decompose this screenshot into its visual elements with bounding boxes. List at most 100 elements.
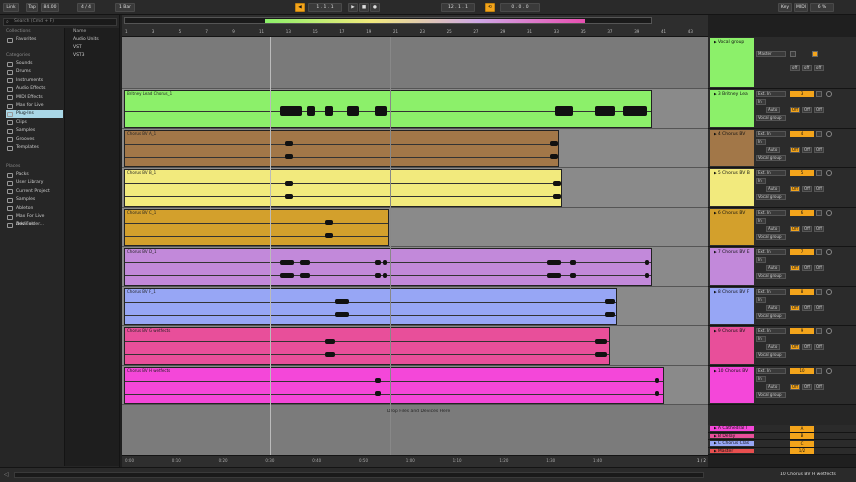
loop-icon[interactable]: ⟲ [485, 3, 495, 12]
loop-start-field[interactable]: 12 . 1 . 1 [441, 3, 475, 12]
return-track-header[interactable]: A Cathedral I A [708, 425, 856, 433]
group-color-strip[interactable]: Vocal group [710, 38, 754, 87]
track-header[interactable]: 7 Chorus BV E Ext. In InAuto Vocal group 7 Of… [708, 247, 856, 287]
return-activator[interactable]: 1/2 [790, 448, 814, 454]
send-c[interactable]: Off [814, 146, 824, 153]
play-icon[interactable]: ▶ [348, 3, 358, 12]
track-activator[interactable]: 6 [790, 209, 814, 216]
track-header[interactable]: 3 Britney Lea Ext. In InAuto Vocal group 3 Of… [708, 89, 856, 129]
send-c[interactable]: Off [814, 265, 824, 271]
search-input[interactable]: Search (Cmd + F) [3, 18, 117, 26]
place-item[interactable]: Packs [6, 171, 63, 179]
place-item[interactable]: Add Folder... [6, 221, 63, 229]
arm-button[interactable] [826, 130, 832, 137]
send-a[interactable]: off [790, 65, 800, 71]
track-activator[interactable]: 10 [790, 367, 814, 374]
monitor-auto[interactable]: Auto [766, 344, 780, 350]
track-activator[interactable]: 3 [790, 91, 814, 97]
send-b[interactable]: Off [802, 225, 812, 232]
track-activator[interactable]: 9 [790, 328, 814, 334]
quantize-menu[interactable]: 1 Bar [115, 3, 135, 12]
horizontal-scrollbar[interactable] [14, 472, 704, 478]
track-lane[interactable]: Chorus BV H wetfects [122, 365, 708, 405]
return-track-header[interactable]: Master 1/2 [708, 447, 856, 455]
browser-toggle-icon[interactable]: ◁ [4, 471, 9, 478]
output-routing[interactable]: Vocal group [756, 154, 786, 161]
arrangement-view[interactable]: Britney Lead Chorus_1 Chorus BV A_1 Chorus… [122, 37, 708, 455]
loop-length-field[interactable]: 0 . 0 . 0 [500, 3, 540, 12]
track-header[interactable]: 6 Chorus BVExt. InInAutoVocal group6OffO… [708, 207, 856, 247]
category-instruments[interactable]: Instruments [6, 77, 63, 85]
track-header[interactable]: 10 Chorus BV Ext. InInAutoVocal group 10 Of… [708, 365, 856, 405]
solo-button[interactable] [816, 328, 822, 334]
arm-button[interactable] [826, 328, 832, 334]
track-color-strip[interactable]: 8 Chorus BV F [710, 287, 754, 324]
monitor-auto[interactable]: Auto [766, 383, 780, 390]
track-color-strip[interactable]: 5 Chorus BV B [710, 169, 754, 206]
monitor-in[interactable]: In [756, 178, 766, 184]
track-lane[interactable]: Chorus BV B_1 [122, 168, 708, 208]
input-type[interactable]: Ext. In [756, 170, 786, 176]
category-max-for-live[interactable]: Max for Live [6, 102, 63, 110]
list-item[interactable]: Audio Units [67, 37, 99, 42]
audio-clip[interactable]: Chorus BV D_1 [124, 248, 652, 286]
track-header[interactable]: 9 Chorus BVExt. InInAutoVocal group9OffO… [708, 326, 856, 366]
send-b[interactable]: off [802, 65, 812, 71]
solo-button[interactable] [790, 51, 796, 57]
arrangement-overview[interactable] [124, 17, 652, 24]
send-b[interactable]: Off [802, 344, 812, 350]
arm-button[interactable] [826, 91, 832, 97]
solo-button[interactable] [816, 249, 822, 255]
solo-button[interactable] [816, 130, 822, 137]
monitor-in[interactable]: In [756, 336, 766, 342]
category-clips[interactable]: Clips [6, 119, 63, 127]
monitor-in[interactable]: In [756, 296, 766, 303]
place-item[interactable]: User Library [6, 179, 63, 187]
group-track-header[interactable]: Vocal group Master off off off [708, 37, 856, 89]
time-signature[interactable]: 4 / 4 [77, 3, 95, 12]
arrangement-ruler[interactable]: 1 3 5 7 9 11 13 15 17 19 21 23 25 27 29 31 33 35 37 39 41 43 [122, 15, 708, 37]
send-a[interactable]: Off [790, 304, 800, 311]
send-a[interactable]: Off [790, 383, 800, 390]
send-b[interactable]: Off [802, 146, 812, 153]
input-type[interactable]: Ext. In [756, 130, 786, 137]
tempo-field[interactable]: 84.00 [41, 3, 59, 12]
arm-button[interactable] [826, 249, 832, 255]
track-color-strip[interactable]: 7 Chorus BV E [710, 248, 754, 285]
return-track-header[interactable]: C Chorus Clas C [708, 440, 856, 448]
tap-button[interactable]: Tap [26, 3, 38, 12]
link-button[interactable]: Link [3, 3, 19, 12]
audio-clip[interactable]: Britney Lead Chorus_1 [124, 90, 652, 128]
monitor-in[interactable]: In [756, 375, 766, 382]
send-b[interactable]: Off [802, 383, 812, 390]
track-activator[interactable]: 7 [790, 249, 814, 255]
list-item[interactable]: VST3 [67, 53, 85, 58]
return-color-strip[interactable]: A Cathedral I [710, 426, 754, 431]
track-lane[interactable]: Chorus BV C_1 [122, 207, 708, 247]
solo-button[interactable] [816, 209, 822, 216]
send-c[interactable]: Off [814, 383, 824, 390]
monitor-in[interactable]: In [756, 217, 766, 224]
record-icon[interactable]: ● [370, 3, 380, 12]
monitor-auto[interactable]: Auto [766, 265, 780, 271]
track-header[interactable]: 5 Chorus BV B Ext. In InAuto Vocal group 5 Of… [708, 168, 856, 208]
solo-button[interactable] [816, 170, 822, 176]
category-audio-effects[interactable]: Audio Effects [6, 85, 63, 93]
input-type[interactable]: Ext. In [756, 288, 786, 295]
output-routing[interactable]: Vocal group [756, 233, 786, 240]
track-color-strip[interactable]: 10 Chorus BV [710, 366, 754, 403]
time-ruler[interactable]: 0:00 0:10 0:20 0:30 0:40 0:50 1:00 1:10 1:20 1:30… [122, 455, 708, 467]
send-a[interactable]: Off [790, 186, 800, 192]
track-color-strip[interactable]: 9 Chorus BV [710, 327, 754, 364]
monitor-in[interactable]: In [756, 257, 766, 263]
send-a[interactable]: Off [790, 107, 800, 113]
place-item[interactable]: Current Project [6, 188, 63, 196]
monitor-auto[interactable]: Auto [766, 225, 780, 232]
send-c[interactable]: off [814, 65, 824, 71]
return-track-header[interactable]: B Delay B [708, 432, 856, 440]
midi-map-button[interactable]: MIDI [794, 3, 808, 12]
stop-icon[interactable]: ■ [359, 3, 369, 12]
monitor-auto[interactable]: Auto [766, 186, 780, 192]
category-grooves[interactable]: Grooves [6, 136, 63, 144]
track-lane[interactable]: Britney Lead Chorus_1 [122, 89, 708, 129]
